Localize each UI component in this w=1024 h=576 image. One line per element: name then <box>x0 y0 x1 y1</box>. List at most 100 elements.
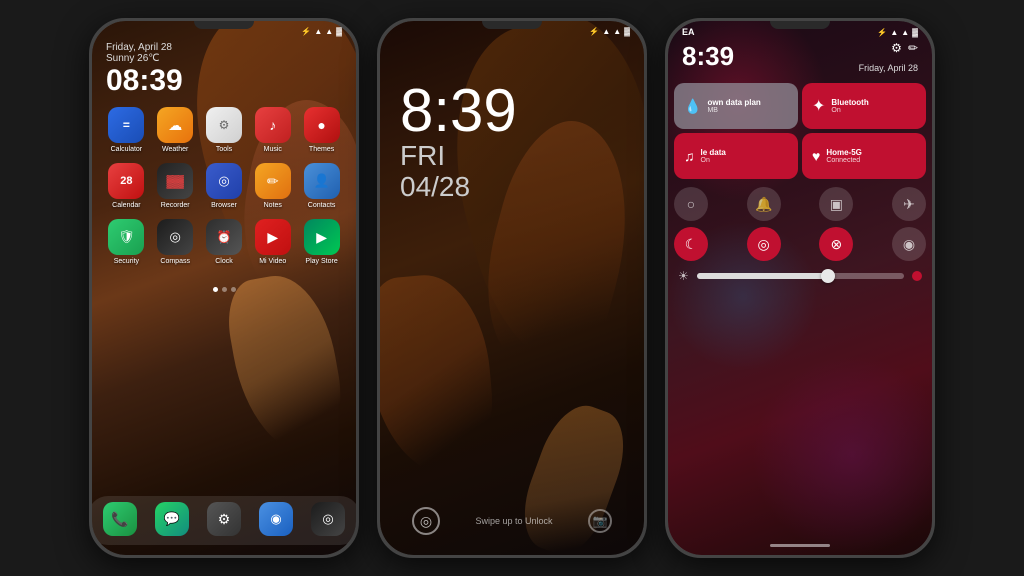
status-bar: ⚡ ▲ ▲ ▓ <box>92 21 356 38</box>
app-recorder[interactable]: ▓▓ Recorder <box>153 163 197 209</box>
wifi-status: Connected <box>826 157 916 164</box>
app-row-1: = Calculator ☁ Weather ⚙ Tools ♪ Music ● <box>102 107 346 153</box>
cc-bg-blob-2 <box>752 355 932 555</box>
app-dock: 📞 💬 ⚙ ◉ ◎ <box>92 496 356 545</box>
bluetooth-status: On <box>831 107 916 114</box>
mobile-data-tile[interactable]: ♫ le data On <box>674 133 798 179</box>
browser-label: Browser <box>211 202 237 209</box>
app-contacts[interactable]: 👤 Contacts <box>300 163 344 209</box>
toggle-airplane[interactable]: ✈ <box>892 187 926 221</box>
calendar-icon: 28 <box>108 163 144 199</box>
data-text: own data plan MB <box>707 98 788 115</box>
toggle-dnd[interactable]: ☾ <box>674 227 708 261</box>
clock-label: Clock <box>215 258 233 265</box>
data-subtitle: MB <box>707 107 788 114</box>
small-toggles-row-1: ○ 🔔 ▣ ✈ <box>668 183 932 225</box>
status-icons: ⚡ ▲ ▲ ▓ <box>301 27 342 36</box>
cc-date: Friday, April 28 <box>859 57 918 73</box>
compass-icon: ◎ <box>157 219 193 255</box>
toggle-nfc[interactable]: ⊗ <box>819 227 853 261</box>
settings-icon[interactable]: ⚙ <box>891 41 902 55</box>
playstore-icon: ▶ <box>304 219 340 255</box>
cc-date-settings-row: ⚙ ✏ Friday, April 28 <box>859 41 918 73</box>
app-calculator[interactable]: = Calculator <box>104 107 148 153</box>
dock-camera[interactable]: ◎ <box>306 502 350 539</box>
contacts-icon: 👤 <box>304 163 340 199</box>
app-playstore[interactable]: ▶ Play Store <box>300 219 344 265</box>
bluetooth-icon: ⚡ <box>301 27 311 36</box>
mobile-data-icon: ♫ <box>684 148 695 164</box>
lock-status-icons: ⚡ ▲ ▲ ▓ <box>589 27 630 36</box>
app-grid: = Calculator ☁ Weather ⚙ Tools ♪ Music ● <box>92 99 356 283</box>
lock-bottom-controls: ◎ Swipe up to Unlock 📷 <box>412 507 612 535</box>
dot-2 <box>222 287 227 292</box>
dock-themes-icon: ◉ <box>259 502 293 536</box>
compass-label: Compass <box>160 258 190 265</box>
page-dots <box>92 287 356 292</box>
toggle-vibrate[interactable]: ○ <box>674 187 708 221</box>
cc-time-row: 8:39 ⚙ ✏ Friday, April 28 <box>668 39 932 79</box>
app-mivideo[interactable]: ▶ Mi Video <box>251 219 295 265</box>
recorder-label: Recorder <box>161 202 190 209</box>
mobile-data-status: On <box>701 157 789 164</box>
app-clock[interactable]: ⏰ Clock <box>202 219 246 265</box>
recorder-icon: ▓▓ <box>157 163 193 199</box>
toggle-camera[interactable]: ◉ <box>892 227 926 261</box>
dock-whatsapp[interactable]: 💬 <box>150 502 194 539</box>
bluetooth-text: Bluetooth On <box>831 98 916 115</box>
app-calendar[interactable]: 28 Calendar <box>104 163 148 209</box>
dock-camera-icon: ◎ <box>311 502 345 536</box>
lock-hour: 8:39 <box>400 81 517 141</box>
app-security[interactable]: 🛡 Security <box>104 219 148 265</box>
calculator-icon: = <box>108 107 144 143</box>
app-music[interactable]: ♪ Music <box>251 107 295 153</box>
app-notes[interactable]: ✏ Notes <box>251 163 295 209</box>
small-toggles-row-2: ☾ ◎ ⊗ ◉ <box>668 225 932 263</box>
data-plan-tile[interactable]: 💧 own data plan MB <box>674 83 798 129</box>
toggle-bell[interactable]: 🔔 <box>747 187 781 221</box>
security-label: Security <box>114 258 139 265</box>
lock-swirl-3 <box>380 270 498 480</box>
lock-signal-icon: ▲ <box>602 27 610 36</box>
edit-icon[interactable]: ✏ <box>908 41 918 55</box>
calculator-label: Calculator <box>111 146 143 153</box>
app-themes[interactable]: ● Themes <box>300 107 344 153</box>
lock-bluetooth-icon: ⚡ <box>589 27 599 36</box>
phone2-screen: ⚡ ▲ ▲ ▓ 8:39 FRI 04/28 ◎ Swipe up to Unl… <box>380 21 644 555</box>
themes-label: Themes <box>309 146 334 153</box>
app-browser[interactable]: ◎ Browser <box>202 163 246 209</box>
app-compass[interactable]: ◎ Compass <box>153 219 197 265</box>
data-icon: 💧 <box>684 98 701 115</box>
wifi-ssid: Home-5G <box>826 148 916 158</box>
cc-wifi-icon: ▲ <box>901 28 909 37</box>
dock-settings-icon: ⚙ <box>207 502 241 536</box>
bluetooth-tile[interactable]: ✦ Bluetooth On <box>802 83 926 129</box>
cc-signal-icon: ▲ <box>890 28 898 37</box>
dot-3 <box>231 287 236 292</box>
app-tools[interactable]: ⚙ Tools <box>202 107 246 153</box>
brightness-slider[interactable] <box>697 273 904 279</box>
wifi-tile[interactable]: ♥ Home-5G Connected <box>802 133 926 179</box>
toggle-screen[interactable]: ▣ <box>819 187 853 221</box>
toggle-location[interactable]: ◎ <box>747 227 781 261</box>
app-weather[interactable]: ☁ Weather <box>153 107 197 153</box>
dock-settings[interactable]: ⚙ <box>202 502 246 539</box>
themes-icon: ● <box>304 107 340 143</box>
dock-themes[interactable]: ◉ <box>254 502 298 539</box>
tools-label: Tools <box>216 146 232 153</box>
dock-phone[interactable]: 📞 <box>98 502 142 539</box>
fingerprint-button[interactable]: ◎ <box>412 507 440 535</box>
weather-icon: ☁ <box>157 107 193 143</box>
cc-status-bar: EA ⚡ ▲ ▲ ▓ <box>668 21 932 39</box>
date-weather-widget: Friday, April 28 Sunny 26℃ 08:39 <box>92 38 356 99</box>
brightness-fill <box>697 273 832 279</box>
lock-camera-button[interactable]: 📷 <box>588 509 612 533</box>
dock-whatsapp-icon: 💬 <box>155 502 189 536</box>
cc-status-icons: ⚡ ▲ ▲ ▓ <box>877 28 918 37</box>
signal-icon: ▲ <box>314 27 322 36</box>
user-initials: EA <box>682 27 695 37</box>
slider-thumb[interactable] <box>821 269 835 283</box>
bluetooth-title: Bluetooth <box>831 98 916 108</box>
tools-icon: ⚙ <box>206 107 242 143</box>
calendar-label: Calendar <box>112 202 140 209</box>
